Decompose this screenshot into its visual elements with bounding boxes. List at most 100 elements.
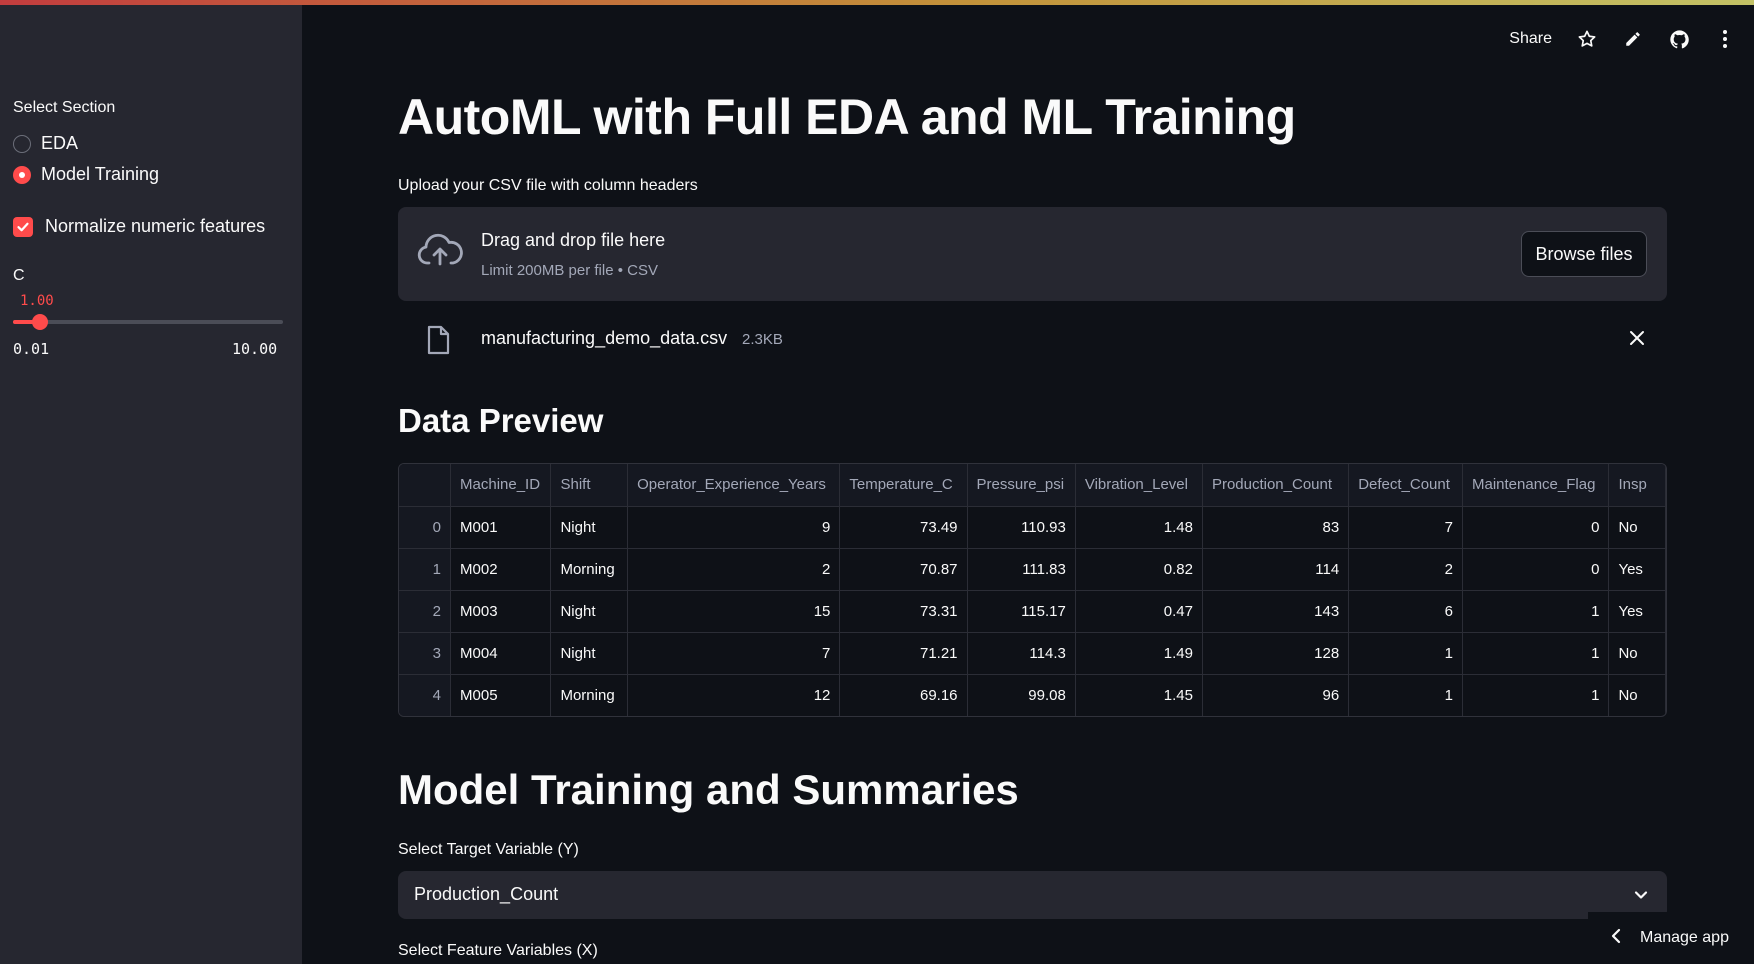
- slider-thumb[interactable]: [31, 314, 48, 330]
- column-header[interactable]: Maintenance_Flag: [1462, 464, 1610, 507]
- table-cell[interactable]: 83: [1202, 506, 1350, 549]
- table-cell[interactable]: 1: [1462, 590, 1610, 633]
- browse-files-button[interactable]: Browse files: [1521, 231, 1647, 277]
- table-cell[interactable]: 0.47: [1075, 590, 1203, 633]
- row-index: 3: [399, 632, 452, 675]
- radio-option-model-training[interactable]: Model Training: [13, 164, 159, 185]
- more-icon[interactable]: [1714, 28, 1736, 50]
- row-index: 2: [399, 590, 452, 633]
- table-cell[interactable]: 1: [1462, 632, 1610, 675]
- table-cell[interactable]: 15: [627, 590, 841, 633]
- slider-max-label: 10.00: [232, 340, 278, 358]
- table-cell[interactable]: Yes: [1608, 590, 1666, 633]
- file-dropzone[interactable]: Drag and drop file here Limit 200MB per …: [398, 207, 1667, 301]
- column-header[interactable]: Machine_ID: [450, 464, 552, 507]
- row-index: 1: [399, 548, 452, 591]
- table-cell[interactable]: 7: [1348, 506, 1463, 549]
- table-cell[interactable]: Yes: [1608, 548, 1666, 591]
- table-cell[interactable]: 1.45: [1075, 674, 1203, 716]
- table-cell[interactable]: 70.87: [839, 548, 968, 591]
- table-cell[interactable]: M003: [450, 590, 552, 633]
- file-icon: [426, 325, 450, 360]
- column-header[interactable]: Vibration_Level: [1075, 464, 1203, 507]
- table-cell[interactable]: No: [1608, 674, 1666, 716]
- column-header[interactable]: Operator_Experience_Years: [627, 464, 841, 507]
- table-cell[interactable]: M002: [450, 548, 552, 591]
- table-cell[interactable]: 111.83: [967, 548, 1076, 591]
- slider-value: 1.00: [20, 293, 54, 309]
- manage-app-button[interactable]: Manage app: [1588, 912, 1754, 964]
- table-cell[interactable]: 12: [627, 674, 841, 716]
- normalize-checkbox[interactable]: [13, 216, 33, 237]
- edit-icon[interactable]: [1622, 28, 1644, 50]
- chevron-down-icon: [1631, 885, 1651, 910]
- table-cell[interactable]: 6: [1348, 590, 1463, 633]
- file-name: manufacturing_demo_data.csv: [481, 328, 728, 348]
- column-header[interactable]: Production_Count: [1202, 464, 1350, 507]
- table-header-row: Machine_ID Shift Operator_Experience_Yea…: [399, 464, 1666, 507]
- share-button[interactable]: Share: [1509, 30, 1552, 48]
- table-cell[interactable]: 69.16: [839, 674, 968, 716]
- radio-button-eda[interactable]: [13, 134, 31, 153]
- table-cell[interactable]: 9: [627, 506, 841, 549]
- data-preview-table[interactable]: Machine_ID Shift Operator_Experience_Yea…: [398, 463, 1667, 717]
- table-cell[interactable]: 1.48: [1075, 506, 1203, 549]
- column-header[interactable]: Shift: [550, 464, 629, 507]
- table-cell[interactable]: 0.82: [1075, 548, 1203, 591]
- table-cell[interactable]: 1.49: [1075, 632, 1203, 675]
- radio-label-eda: EDA: [41, 133, 79, 153]
- table-cell[interactable]: Night: [550, 506, 629, 549]
- column-header[interactable]: Insp: [1608, 464, 1666, 507]
- column-header[interactable]: Temperature_C: [839, 464, 968, 507]
- table-cell[interactable]: 110.93: [967, 506, 1076, 549]
- manage-app-label: Manage app: [1640, 929, 1729, 946]
- table-cell[interactable]: 1: [1462, 674, 1610, 716]
- table-cell[interactable]: Night: [550, 590, 629, 633]
- row-index: 4: [399, 674, 452, 716]
- table-cell[interactable]: No: [1608, 506, 1666, 549]
- table-cell[interactable]: 1: [1348, 632, 1463, 675]
- table-cell[interactable]: M004: [450, 632, 552, 675]
- table-cell[interactable]: 115.17: [967, 590, 1076, 633]
- table-row: 0 M001 Night 9 73.49 110.93 1.48 83 7 0 …: [399, 506, 1666, 549]
- target-variable-select[interactable]: Production_Count: [398, 871, 1667, 919]
- table-cell[interactable]: Morning: [550, 548, 629, 591]
- star-icon[interactable]: [1576, 28, 1598, 50]
- table-cell[interactable]: Night: [550, 632, 629, 675]
- column-header[interactable]: [399, 464, 452, 507]
- table-cell[interactable]: M005: [450, 674, 552, 716]
- table-cell[interactable]: 96: [1202, 674, 1350, 716]
- table-cell[interactable]: 114.3: [967, 632, 1076, 675]
- feature-variables-label: Select Feature Variables (X): [398, 942, 598, 959]
- table-cell[interactable]: 114: [1202, 548, 1350, 591]
- radio-option-eda[interactable]: EDA: [13, 133, 78, 154]
- table-cell[interactable]: M001: [450, 506, 552, 549]
- radio-button-model-training[interactable]: [13, 165, 31, 184]
- table-cell[interactable]: 73.49: [839, 506, 968, 549]
- slider-track[interactable]: [13, 314, 283, 330]
- table-row: 4 M005 Morning 12 69.16 99.08 1.45 96 1 …: [399, 674, 1666, 716]
- remove-file-icon[interactable]: [1627, 328, 1647, 353]
- table-cell[interactable]: 7: [627, 632, 841, 675]
- table-cell[interactable]: 143: [1202, 590, 1350, 633]
- table-cell[interactable]: Morning: [550, 674, 629, 716]
- table-cell[interactable]: 2: [627, 548, 841, 591]
- table-cell[interactable]: 99.08: [967, 674, 1076, 716]
- column-header[interactable]: Pressure_psi: [967, 464, 1076, 507]
- table-cell[interactable]: 73.31: [839, 590, 968, 633]
- table-cell[interactable]: 128: [1202, 632, 1350, 675]
- section-label: Select Section: [13, 99, 116, 116]
- table-cell[interactable]: 2: [1348, 548, 1463, 591]
- slider-min-label: 0.01: [13, 340, 50, 358]
- table-cell[interactable]: 0: [1462, 548, 1610, 591]
- normalize-checkbox-row[interactable]: Normalize numeric features: [13, 216, 265, 237]
- table-cell[interactable]: 0: [1462, 506, 1610, 549]
- table-cell[interactable]: 1: [1348, 674, 1463, 716]
- column-header[interactable]: Defect_Count: [1348, 464, 1463, 507]
- github-icon[interactable]: [1668, 28, 1690, 50]
- table-cell[interactable]: No: [1608, 632, 1666, 675]
- table-cell[interactable]: 71.21: [839, 632, 968, 675]
- table-row: 3 M004 Night 7 71.21 114.3 1.49 128 1 1 …: [399, 632, 1666, 675]
- page-title: AutoML with Full EDA and ML Training: [398, 89, 1296, 145]
- slider-label: C: [13, 267, 25, 284]
